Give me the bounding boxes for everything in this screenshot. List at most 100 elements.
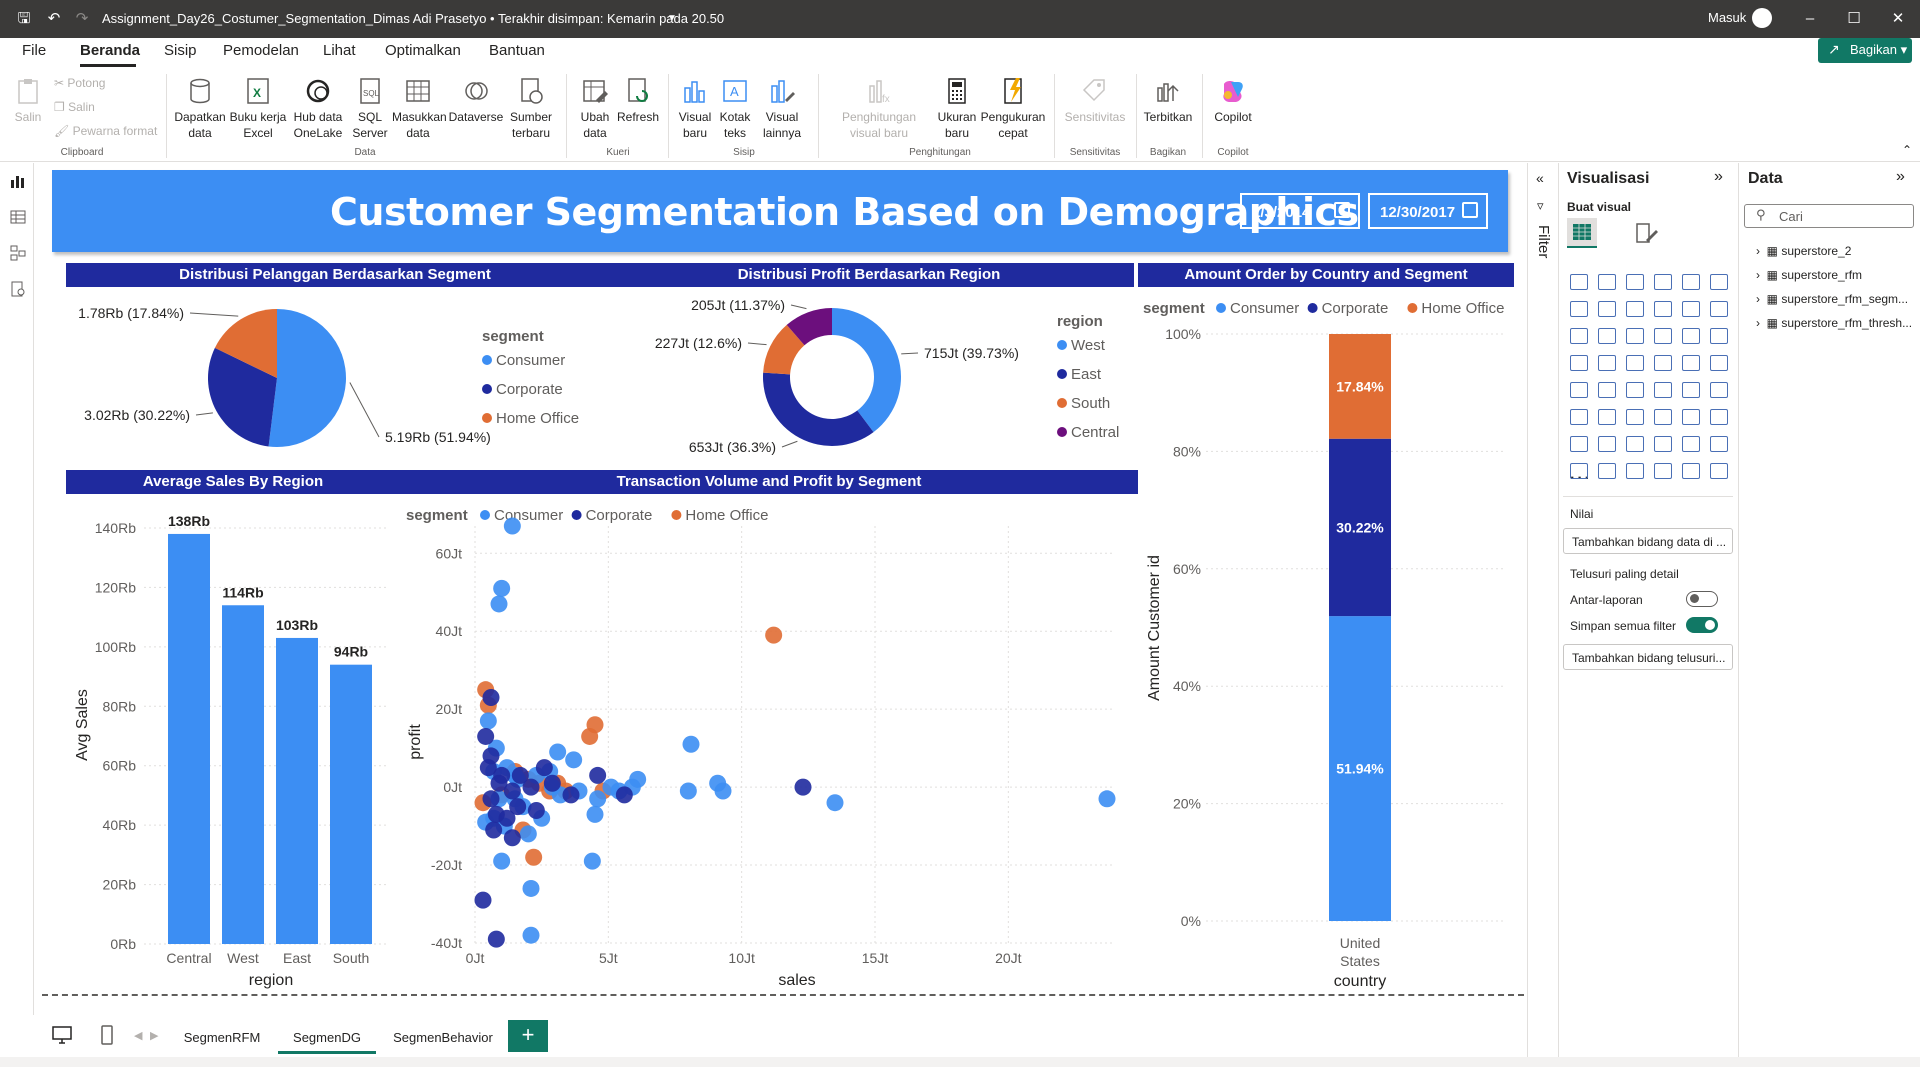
visual-type-icon[interactable] <box>1682 355 1700 371</box>
visual-type-icon[interactable] <box>1570 355 1588 371</box>
table-item[interactable]: › ▦ superstore_rfm_thresh... <box>1756 316 1912 330</box>
visual-type-icon[interactable] <box>1654 436 1672 452</box>
scatter-legend-title: segment <box>406 507 468 524</box>
visual-type-icon[interactable] <box>1710 355 1728 371</box>
visual-type-icon[interactable] <box>1682 301 1700 317</box>
visual-type-icon[interactable] <box>1682 328 1700 344</box>
visual-type-icon[interactable] <box>1626 301 1644 317</box>
expand-filters-icon[interactable]: « <box>1536 170 1544 186</box>
scatter-point <box>535 759 553 777</box>
visual-type-icon[interactable] <box>1654 274 1672 290</box>
region-donut-chart[interactable]: 715Jt (39.73%) 653Jt (36.3%) 227Jt (12.6%)… <box>655 297 1120 455</box>
visual-type-icon[interactable] <box>1654 355 1672 371</box>
visual-type-icon[interactable] <box>1570 409 1588 425</box>
visual-type-icon[interactable] <box>1654 382 1672 398</box>
format-visual-tab[interactable] <box>1634 220 1660 251</box>
visual-type-icon[interactable] <box>1710 274 1728 290</box>
scatter-point <box>479 712 497 730</box>
segment-scatter-chart[interactable]: 0Jt 5Jt 10Jt 15Jt 20Jt -40Jt -20Jt 0Jt 20Jt 40Jt 6… <box>406 507 1116 989</box>
mobile-view-icon[interactable] <box>100 1025 114 1045</box>
desktop-view-icon[interactable] <box>52 1026 72 1044</box>
visual-type-icon[interactable] <box>1626 463 1644 479</box>
scatter-point <box>474 891 492 909</box>
visual-type-icon[interactable] <box>1598 463 1616 479</box>
visual-type-icon[interactable] <box>1570 382 1588 398</box>
collapse-data-icon[interactable]: » <box>1896 168 1905 186</box>
donut-data-label: 715Jt (39.73%) <box>924 345 1019 361</box>
visual-type-icon[interactable] <box>1570 328 1588 344</box>
visual-type-icon[interactable] <box>1682 436 1700 452</box>
scatter-point <box>583 852 601 870</box>
bar-y-tick: 100Rb <box>95 639 136 655</box>
visual-type-icon[interactable] <box>1626 382 1644 398</box>
visual-type-icon[interactable] <box>1710 301 1728 317</box>
visual-type-icon[interactable] <box>1570 463 1588 479</box>
data-pane-title: Data <box>1748 170 1783 187</box>
visual-type-icon[interactable] <box>1598 274 1616 290</box>
visual-type-icon[interactable] <box>1682 382 1700 398</box>
visual-type-icon[interactable] <box>1598 409 1616 425</box>
filter-label[interactable]: Filter <box>1535 225 1552 258</box>
visual-type-icon[interactable] <box>1710 436 1728 452</box>
visual-type-icon[interactable] <box>1598 328 1616 344</box>
keep-filters-toggle[interactable] <box>1686 617 1718 633</box>
table-item[interactable]: › ▦ superstore_rfm <box>1756 268 1862 282</box>
visual-type-icon[interactable] <box>1598 382 1616 398</box>
scatter-legend-item-label: Consumer <box>494 507 563 524</box>
tab-scroll-left-icon[interactable]: ◀ <box>134 1029 142 1042</box>
scatter-point <box>679 782 697 800</box>
pie-data-label: 3.02Rb (30.22%) <box>84 407 190 423</box>
pie-legend-item-marker <box>482 355 492 365</box>
visual-type-icon[interactable] <box>1598 301 1616 317</box>
tab-segmen-behavior[interactable]: SegmenBehavior <box>384 1020 502 1054</box>
visual-type-icon[interactable] <box>1570 274 1588 290</box>
scatter-point <box>525 848 543 866</box>
visual-type-icon[interactable] <box>1654 463 1672 479</box>
cross-report-toggle[interactable] <box>1686 591 1718 607</box>
table-name: superstore_rfm <box>1781 268 1863 282</box>
tab-scroll-right-icon[interactable]: ▶ <box>150 1029 158 1042</box>
visual-type-icon[interactable] <box>1626 409 1644 425</box>
tab-segmen-rfm[interactable]: SegmenRFM <box>172 1020 272 1054</box>
scatter-legend-item-marker <box>480 510 490 520</box>
add-data-field-well[interactable]: Tambahkan bidang data di ... <box>1563 528 1733 554</box>
table-item[interactable]: › ▦ superstore_2 <box>1756 244 1851 258</box>
visual-type-icon[interactable] <box>1626 355 1644 371</box>
collapse-viz-icon[interactable]: » <box>1714 168 1723 186</box>
filter-pane-collapsed[interactable] <box>1527 163 1559 1057</box>
visual-type-icon[interactable] <box>1710 382 1728 398</box>
visual-type-icon[interactable] <box>1682 409 1700 425</box>
scatter-y-tick: -40Jt <box>431 935 462 951</box>
add-drill-field-well[interactable]: Tambahkan bidang telusuri... <box>1563 644 1733 670</box>
visual-type-icon[interactable] <box>1654 328 1672 344</box>
donut-leader-line <box>901 352 919 355</box>
country-stacked-chart[interactable]: segment Consumer Corporate Home Office 0% 20%… <box>1143 300 1505 990</box>
bar-data-label: 94Rb <box>334 644 368 660</box>
visual-type-icon[interactable] <box>1682 274 1700 290</box>
visual-type-icon[interactable] <box>1626 328 1644 344</box>
search-icon: ⚲ <box>1756 207 1766 222</box>
tab-segmen-dg[interactable]: SegmenDG <box>278 1020 376 1054</box>
donut-data-label: 227Jt (12.6%) <box>655 335 742 351</box>
bar-y-axis-title: Avg Sales <box>74 689 91 761</box>
bar-y-tick: 140Rb <box>95 520 136 536</box>
visual-type-icon[interactable] <box>1570 301 1588 317</box>
visual-type-icon[interactable] <box>1710 409 1728 425</box>
visual-type-icon[interactable] <box>1710 328 1728 344</box>
visual-type-icon[interactable] <box>1626 436 1644 452</box>
build-visual-tab[interactable] <box>1567 218 1597 248</box>
add-page-button[interactable]: + <box>508 1020 548 1052</box>
visual-type-icon[interactable] <box>1598 436 1616 452</box>
scatter-point <box>482 790 500 808</box>
visual-type-icon[interactable] <box>1710 463 1728 479</box>
visual-type-icon[interactable] <box>1682 463 1700 479</box>
visual-type-icon[interactable] <box>1654 409 1672 425</box>
region-bar-chart[interactable]: 0Rb 20Rb 40Rb 60Rb 80Rb 100Rb 120Rb 140Rb Avg Sa… <box>74 513 386 989</box>
table-item[interactable]: › ▦ superstore_rfm_segm... <box>1756 292 1908 306</box>
visual-type-icon[interactable] <box>1598 355 1616 371</box>
visual-type-icon[interactable] <box>1626 274 1644 290</box>
data-search-input[interactable]: Cari <box>1744 204 1914 228</box>
segment-pie-chart[interactable]: 5.19Rb (51.94%) 3.02Rb (30.22%) 1.78Rb (17… <box>78 305 579 447</box>
visual-type-icon[interactable] <box>1654 301 1672 317</box>
visual-type-icon[interactable] <box>1570 436 1588 452</box>
